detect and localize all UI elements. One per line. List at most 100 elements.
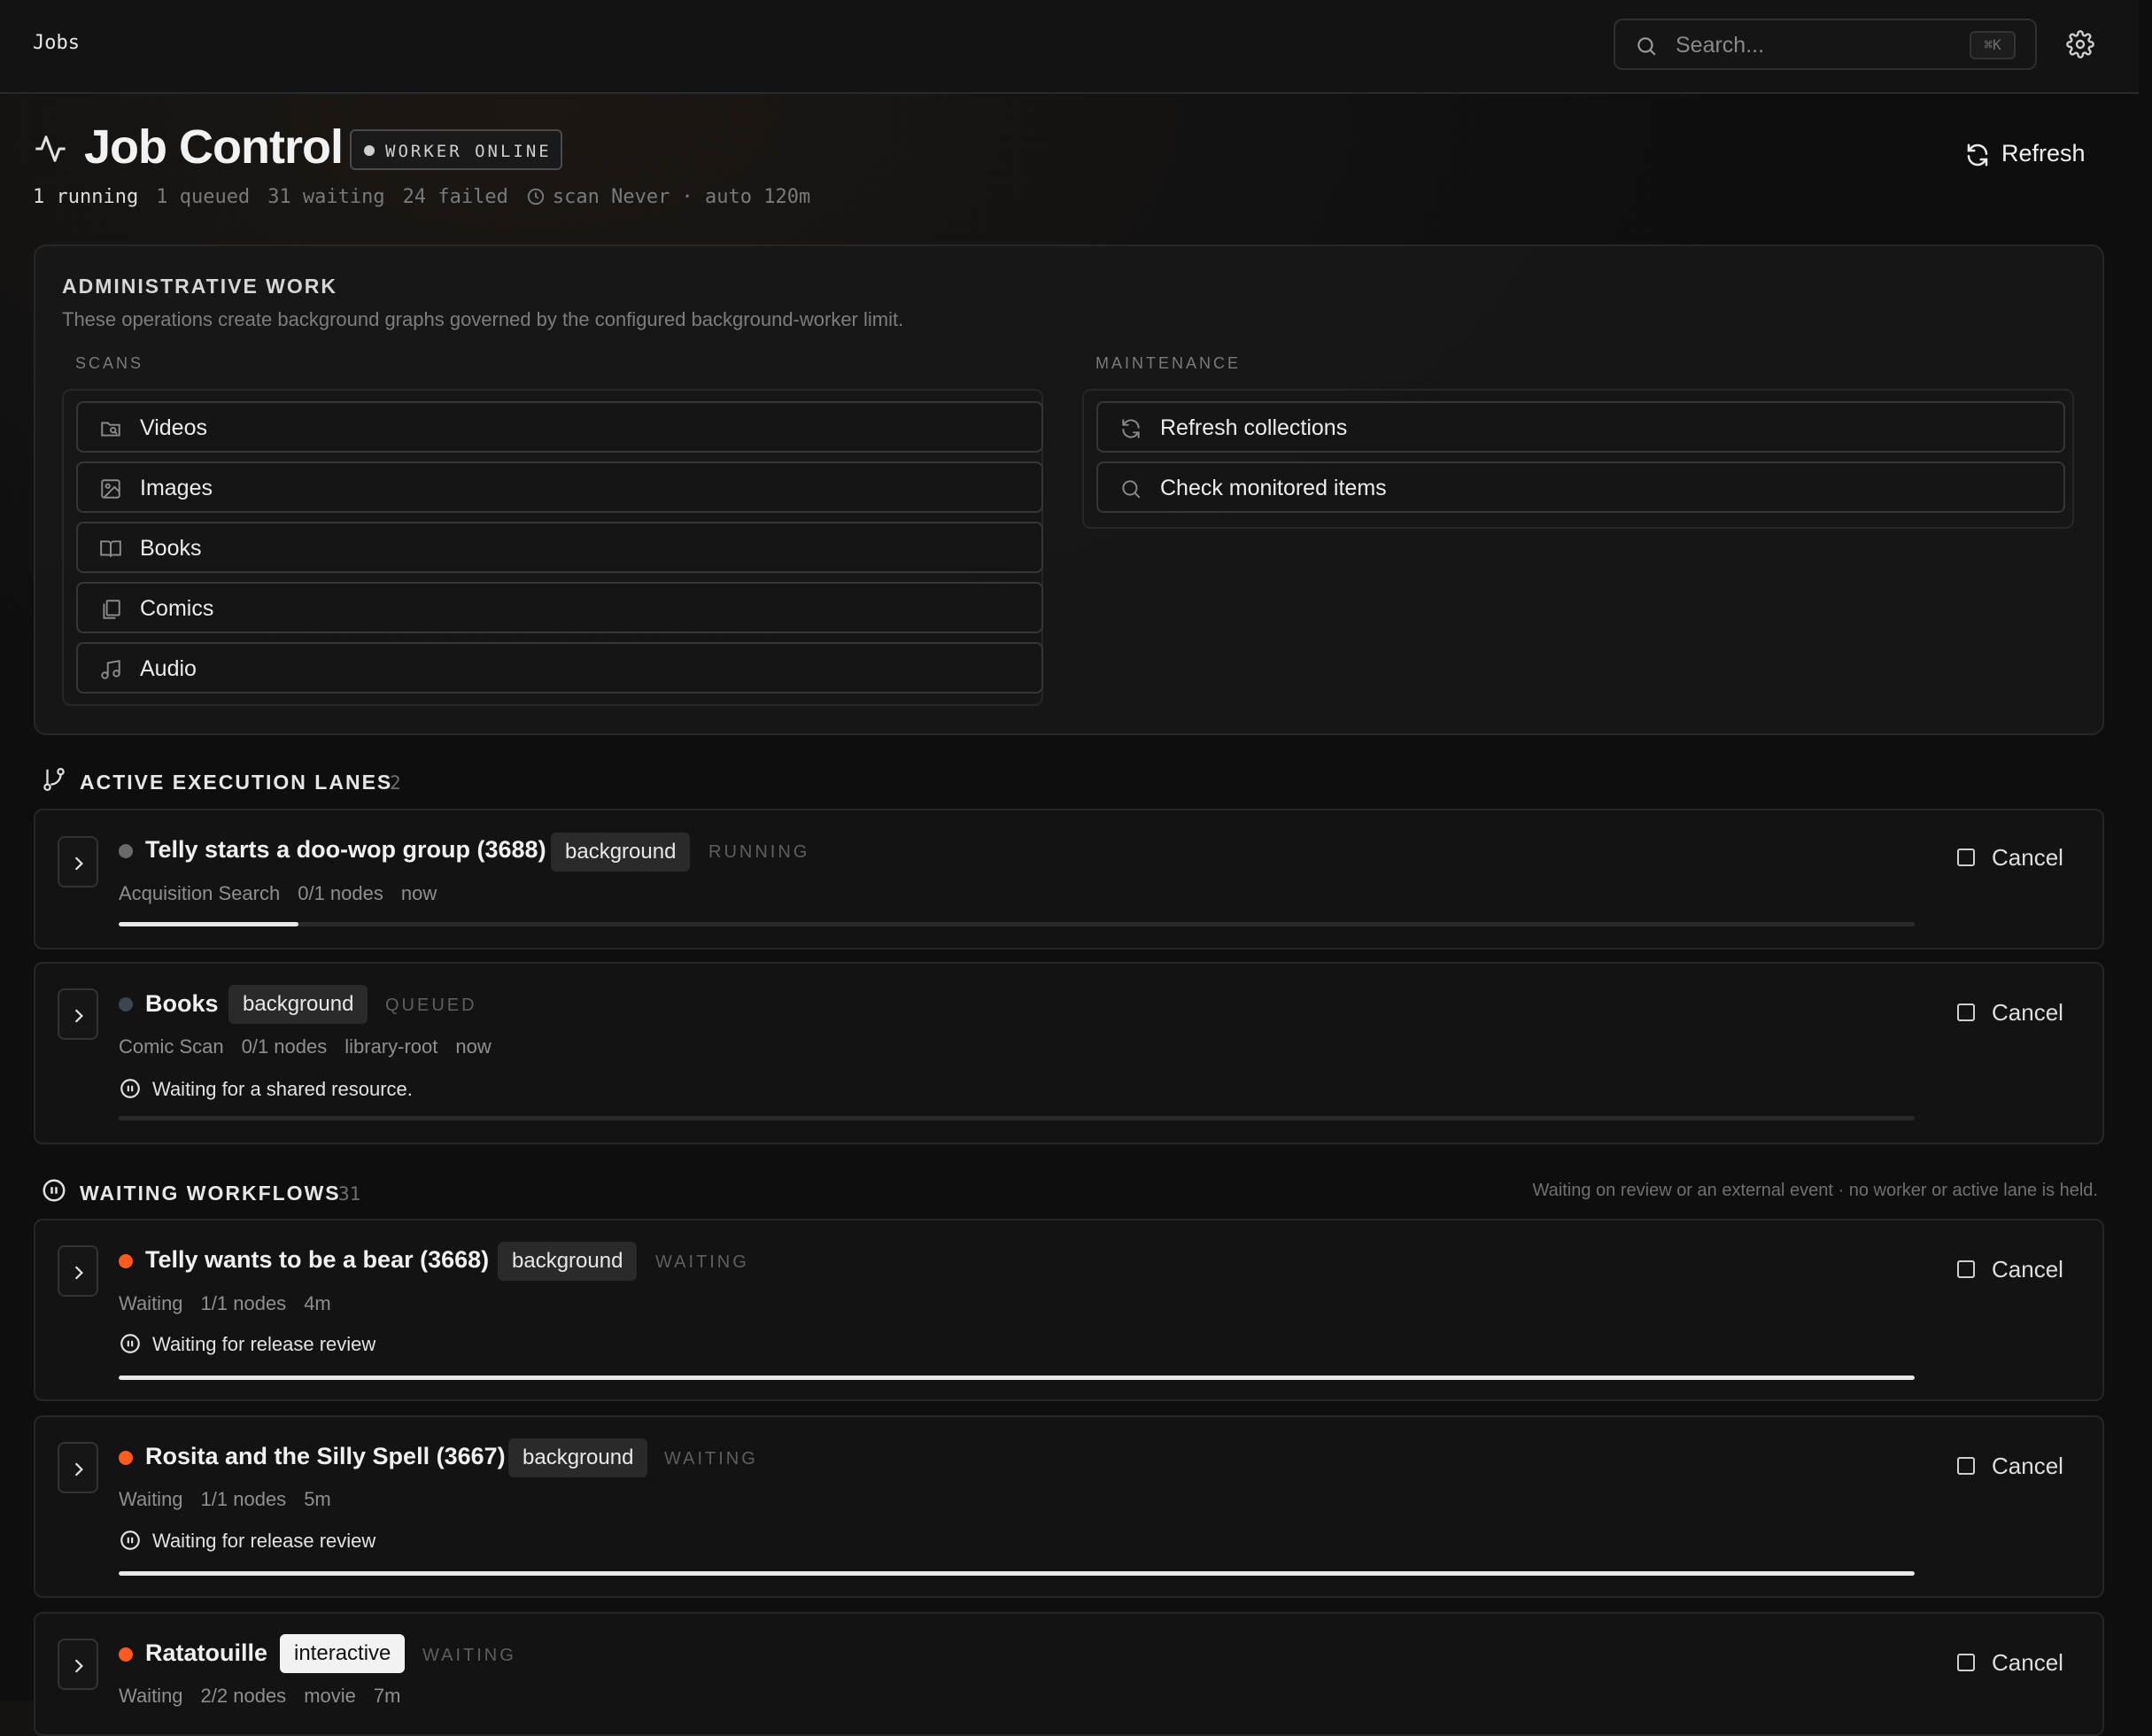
search-shortcut-hint: ⌘K	[1970, 31, 2016, 59]
activity-icon	[33, 131, 68, 171]
expand-button[interactable]	[58, 988, 98, 1040]
pause-circle-icon	[120, 1334, 140, 1353]
waiting-workflows-count: 31	[338, 1183, 361, 1205]
scan-comics-label: Comics	[140, 596, 214, 621]
scan-videos-button[interactable]: Videos	[76, 401, 1043, 453]
checkbox-icon	[1957, 1457, 1975, 1475]
scan-comics-button[interactable]: Comics	[76, 582, 1043, 633]
gear-icon[interactable]	[2066, 30, 2094, 63]
status-dot-queued	[119, 997, 133, 1011]
workflow-note: Waiting for release review	[119, 1332, 375, 1356]
scan-books-button[interactable]: Books	[76, 522, 1043, 573]
refresh-collections-label: Refresh collections	[1160, 415, 1348, 440]
lane-card: Telly starts a doo-wop group (3688) back…	[34, 809, 2104, 949]
lane-progress-bar	[119, 922, 1915, 926]
status-dot-waiting	[119, 1647, 133, 1662]
lane-meta-nodes: 0/1 nodes	[298, 882, 383, 904]
status-dot-waiting	[119, 1451, 133, 1465]
workflow-meta-type: movie	[304, 1685, 356, 1707]
lane-status: RUNNING	[708, 842, 810, 862]
waiting-workflows-title: WAITING WORKFLOWS	[80, 1182, 341, 1205]
worker-status-label: WORKER ONLINE	[385, 142, 552, 161]
cancel-button[interactable]: Cancel	[1957, 1647, 2072, 1678]
check-monitored-items-button[interactable]: Check monitored items	[1096, 461, 2065, 513]
status-dot-waiting	[119, 1254, 133, 1268]
active-lanes-title: ACTIVE EXECUTION LANES	[80, 771, 393, 794]
cancel-button[interactable]: Cancel	[1957, 1254, 2072, 1284]
workflow-status: WAITING	[655, 1252, 749, 1272]
stacked-pages-icon	[99, 598, 122, 625]
worker-status-badge: WORKER ONLINE	[350, 129, 562, 170]
lane-meta-step: Acquisition Search	[119, 882, 281, 904]
scan-audio-button[interactable]: Audio	[76, 642, 1043, 694]
search-input[interactable]: Search... ⌘K	[1614, 19, 2037, 70]
lane-meta-time: now	[455, 1035, 492, 1058]
refresh-label: Refresh	[2001, 140, 2086, 167]
workflow-title: Ratatouille	[145, 1639, 268, 1666]
expand-button[interactable]	[58, 836, 98, 887]
cancel-label: Cancel	[1992, 999, 2063, 1026]
workflow-meta-nodes: 1/1 nodes	[200, 1292, 287, 1314]
active-lanes-count: 2	[390, 772, 401, 794]
pause-circle-icon	[41, 1176, 67, 1209]
search-placeholder: Search...	[1676, 33, 1765, 58]
admin-title: ADMINISTRATIVE WORK	[62, 275, 338, 298]
refresh-icon	[1964, 142, 1991, 173]
lane-progress-fill	[119, 922, 298, 926]
checkbox-icon	[1957, 1654, 1975, 1671]
workflow-progress-fill	[119, 1571, 1915, 1576]
expand-button[interactable]	[58, 1245, 98, 1297]
workflow-meta: Waiting 2/2 nodes movie 7m	[119, 1685, 418, 1708]
lane-note-text: Waiting for a shared resource.	[152, 1078, 413, 1100]
checkbox-icon	[1957, 849, 1975, 866]
cancel-button[interactable]: Cancel	[1957, 997, 2072, 1027]
refresh-collections-button[interactable]: Refresh collections	[1096, 401, 2065, 453]
folder-search-icon	[99, 417, 122, 445]
workflow-card: Telly wants to be a bear (3668) backgrou…	[34, 1219, 2104, 1401]
expand-button[interactable]	[58, 1639, 98, 1690]
breadcrumb-jobs[interactable]: Jobs	[33, 32, 80, 54]
cancel-label: Cancel	[1992, 844, 2063, 871]
scan-books-label: Books	[140, 536, 202, 561]
workflow-card: Ratatouille interactive WAITING Waiting 2…	[34, 1612, 2104, 1736]
lane-meta: Comic Scan 0/1 nodes library-root now	[119, 1035, 509, 1058]
lane-progress-bar	[119, 1116, 1915, 1120]
top-bar: Jobs Search... ⌘K	[0, 0, 2139, 94]
cancel-button[interactable]: Cancel	[1957, 1451, 2072, 1481]
scan-images-button[interactable]: Images	[76, 461, 1043, 513]
lane-status: QUEUED	[385, 996, 477, 1015]
workflow-meta-time: 7m	[373, 1685, 401, 1707]
scans-group: Videos Images Books Comics Audio	[62, 389, 1043, 706]
workflow-meta-time: 4m	[304, 1292, 331, 1314]
maintenance-label: MAINTENANCE	[1095, 354, 1242, 372]
workflow-priority-tag: interactive	[280, 1634, 406, 1673]
maintenance-group: Refresh collections Check monitored item…	[1082, 389, 2074, 529]
workflow-meta: Waiting 1/1 nodes 4m	[119, 1292, 349, 1315]
workflow-note-text: Waiting for release review	[152, 1530, 376, 1552]
workflow-status: WAITING	[664, 1449, 758, 1469]
checkbox-icon	[1957, 1260, 1975, 1278]
workflow-meta-state: Waiting	[119, 1488, 183, 1510]
workflow-meta-nodes: 1/1 nodes	[200, 1488, 287, 1510]
stat-queued: 1 queued	[156, 186, 251, 208]
refresh-icon	[1119, 417, 1142, 445]
lane-priority-tag: background	[551, 833, 691, 872]
git-branch-icon	[41, 765, 67, 798]
workflow-meta-nodes: 2/2 nodes	[200, 1685, 287, 1707]
image-icon	[99, 477, 122, 505]
lane-meta-step: Comic Scan	[119, 1035, 224, 1058]
music-note-icon	[99, 658, 122, 686]
expand-button[interactable]	[58, 1442, 98, 1493]
scans-label: SCANS	[75, 354, 144, 372]
lane-card: Books background QUEUED Comic Scan 0/1 no…	[34, 962, 2104, 1144]
administrative-work-panel: ADMINISTRATIVE WORK These operations cre…	[34, 244, 2104, 735]
pause-circle-icon	[120, 1079, 140, 1098]
lane-meta: Acquisition Search 0/1 nodes now	[119, 882, 454, 905]
workflow-meta-state: Waiting	[119, 1292, 183, 1314]
cancel-button[interactable]: Cancel	[1957, 842, 2072, 872]
workflow-card: Rosita and the Silly Spell (3667) backgr…	[34, 1415, 2104, 1598]
workflow-meta-time: 5m	[304, 1488, 331, 1510]
admin-subtitle: These operations create background graph…	[62, 308, 904, 330]
scan-videos-label: Videos	[140, 415, 207, 440]
waiting-workflows-note: Waiting on review or an external event ·…	[1532, 1181, 2098, 1200]
